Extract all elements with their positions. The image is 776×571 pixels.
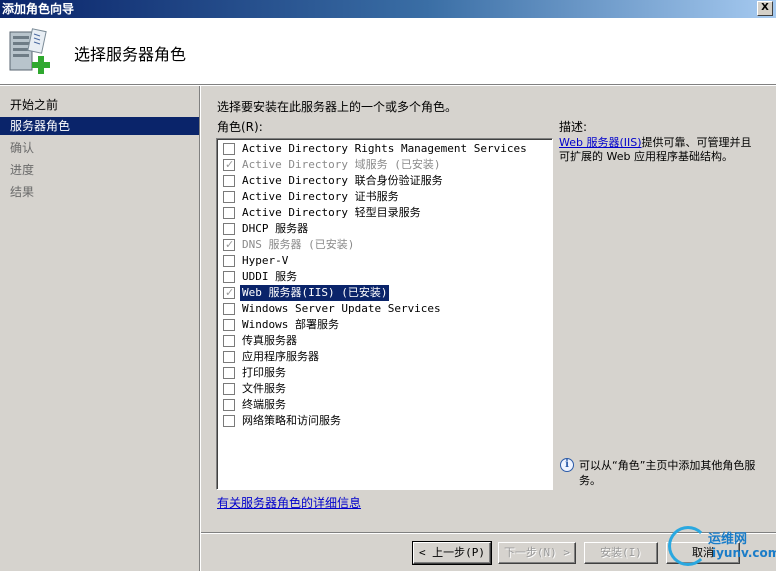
role-checkbox[interactable] (223, 303, 235, 315)
instruction-text: 选择要安装在此服务器上的一个或多个角色。 (217, 100, 458, 114)
main-panel: 选择要安装在此服务器上的一个或多个角色。 角色(R): Active Direc… (201, 86, 776, 571)
role-label: UDDI 服务 (242, 270, 298, 283)
next-button[interactable]: 下一步(N) > (498, 542, 576, 564)
role-label: Windows Server Update Services (242, 302, 441, 315)
role-label: DHCP 服务器 (242, 222, 309, 235)
watermark-text: 运维网 (708, 532, 748, 547)
watermark-logo: 运维网 iyunv.com (668, 522, 776, 571)
role-checkbox[interactable] (223, 223, 235, 235)
role-checkbox[interactable] (223, 143, 235, 155)
role-label: 打印服务 (242, 366, 286, 379)
role-label: Active Directory 证书服务 (242, 190, 399, 203)
step-before-you-begin[interactable]: 开始之前 (0, 96, 199, 114)
watermark-sub: iyunv.com (712, 546, 776, 560)
role-checkbox[interactable] (223, 383, 235, 395)
step-results: 结果 (10, 185, 35, 199)
role-checkbox[interactable] (223, 399, 235, 411)
close-button[interactable]: X (757, 1, 773, 16)
window-titlebar: 添加角色向导 X (0, 0, 776, 18)
role-checkbox[interactable] (223, 367, 235, 379)
role-checkbox[interactable] (223, 255, 235, 267)
watermark-ring-icon (668, 526, 708, 566)
role-checkbox[interactable] (223, 191, 235, 203)
role-label: Active Directory 联合身份验证服务 (242, 174, 443, 187)
role-checkbox (223, 237, 235, 253)
window-title: 添加角色向导 (2, 2, 75, 16)
info-icon: i (560, 458, 574, 472)
wizard-steps-sidebar: 开始之前 服务器角色 确认 进度 结果 (0, 86, 199, 571)
description-body: Web 服务器(IIS)提供可靠、可管理并且可扩展的 Web 应用程序基础结构。 (559, 136, 759, 164)
role-checkbox (223, 285, 235, 301)
role-checkbox[interactable] (223, 415, 235, 427)
role-checkbox[interactable] (223, 319, 235, 331)
wizard-header: 选择服务器角色 (0, 18, 776, 84)
role-label: 应用程序服务器 (242, 350, 319, 363)
role-checkbox[interactable] (223, 271, 235, 283)
role-label: Active Directory Rights Management Servi… (242, 142, 527, 155)
info-text: 可以从“角色”主页中添加其他角色服务。 (579, 459, 756, 487)
more-info-link[interactable]: 有关服务器角色的详细信息 (217, 494, 361, 511)
description-title: 描述: (559, 120, 588, 134)
server-add-icon (9, 28, 50, 74)
step-confirmation: 确认 (10, 141, 35, 155)
role-checkbox (223, 157, 235, 173)
step-progress: 进度 (10, 163, 35, 177)
role-label: 终端服务 (242, 398, 286, 411)
role-checkbox[interactable] (223, 175, 235, 187)
step-server-roles[interactable]: 服务器角色 (0, 117, 199, 135)
roles-label: 角色(R): (217, 120, 263, 134)
role-label: 文件服务 (242, 382, 286, 395)
role-label: Windows 部署服务 (242, 318, 339, 331)
role-label: 网络策略和访问服务 (242, 414, 341, 427)
install-button[interactable]: 安装(I) (584, 542, 658, 564)
role-checkbox[interactable] (223, 335, 235, 347)
role-label: 传真服务器 (242, 334, 297, 347)
description-link[interactable]: Web 服务器(IIS) (559, 136, 642, 149)
role-checkbox[interactable] (223, 207, 235, 219)
role-label: Active Directory 轻型目录服务 (242, 206, 421, 219)
role-label: Web 服务器(IIS) (已安装) (240, 285, 390, 301)
role-label: DNS 服务器 (已安装) (242, 238, 355, 251)
role-label: Hyper-V (242, 254, 289, 267)
roles-listbox[interactable]: Active Directory Rights Management Servi… (216, 138, 553, 490)
role-label: Active Directory 域服务 (已安装) (242, 158, 441, 171)
back-button[interactable]: < 上一步(P) (412, 541, 492, 565)
page-title: 选择服务器角色 (74, 45, 187, 64)
role-checkbox[interactable] (223, 351, 235, 363)
